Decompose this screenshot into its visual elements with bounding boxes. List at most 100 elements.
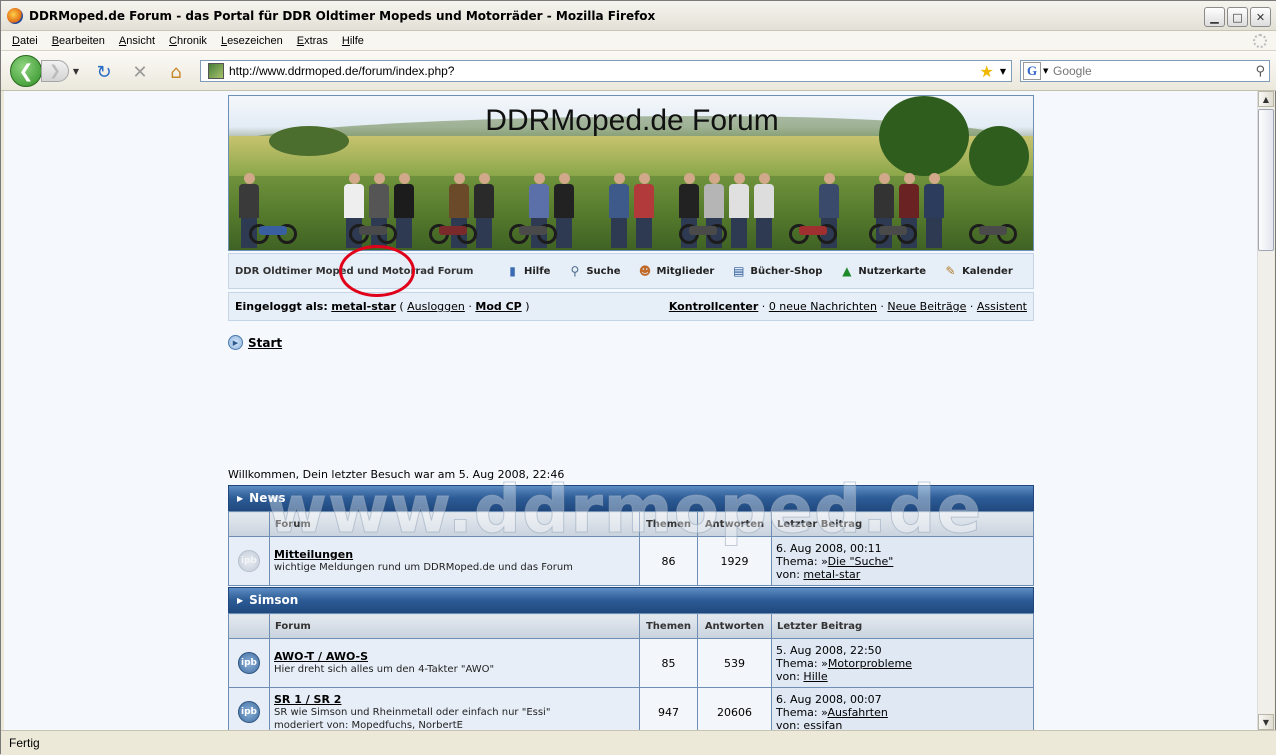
forum-banner[interactable]: DDRMoped.de Forum [228,95,1034,251]
forum-description: wichtige Meldungen rund um DDRMoped.de u… [274,562,573,573]
search-icon[interactable]: ⚲ [1255,64,1265,79]
forum-table: Forum Themen Antworten Letzter Beitrag i… [228,613,1034,730]
menu-datei[interactable]: Datei [5,35,45,47]
scroll-up-button[interactable]: ▲ [1258,91,1274,107]
navigation-toolbar: ❮ ❯ ▼ ↻ ✕ ⌂ http://www.ddrmoped.de/forum… [1,51,1276,91]
menu-chronik[interactable]: Chronik [162,35,214,47]
banner-people [239,148,944,248]
menu-accesskey: D [12,34,20,47]
close-button[interactable]: ✕ [1250,7,1271,27]
nav-link-nutzerkarte[interactable]: ▲ Nutzerkarte [839,264,926,278]
menu-lesezeichen[interactable]: Lesezeichen [214,35,290,47]
user-bar: Eingeloggt als: metal-star ( Ausloggen ·… [228,292,1034,321]
collapse-arrow-icon: ▶ [237,595,244,605]
replies-count: 539 [697,638,772,688]
url-text[interactable]: http://www.ddrmoped.de/forum/index.php? [229,64,980,78]
forum-name-link[interactable]: SR 1 / SR 2 [274,693,635,706]
calendar-icon: ✎ [945,264,956,278]
messages-link[interactable]: 0 neue Nachrichten [769,300,877,313]
stop-button[interactable]: ✕ [129,61,151,83]
thema-label: Thema: » [776,656,828,670]
last-post-author-link[interactable]: Hille [803,670,827,683]
forum-info-cell: AWO-T / AWO-S Hier dreht sich alles um d… [269,638,640,688]
menu-extras[interactable]: Extras [290,35,335,47]
nav-link-suche[interactable]: ⚲ Suche [567,264,620,278]
forum-moderators[interactable]: moderiert von: Mopedfuchs, NorbertE [274,719,635,731]
search-input[interactable] [1053,64,1256,78]
last-post-author-link[interactable]: metal-star [803,568,860,581]
banner-person [924,173,944,248]
last-post-date: 5. Aug 2008, 22:50 [776,643,882,657]
url-dropdown-icon[interactable]: ▼ [1000,67,1006,76]
topics-count: 947 [639,687,698,730]
home-icon: ⌂ [170,61,182,83]
throbber-icon [1253,34,1267,48]
menu-bar: Datei Bearbeiten Ansicht Chronik Lesezei… [1,31,1276,51]
breadcrumb-start-link[interactable]: Start [248,336,282,350]
scroll-thumb[interactable] [1258,109,1274,251]
username-link[interactable]: metal-star [331,300,396,313]
menu-ansicht[interactable]: Ansicht [112,35,162,47]
scroll-down-button[interactable]: ▼ [1258,714,1274,730]
menu-label: xtras [304,34,328,47]
ipb-read-icon: ipb [238,550,260,572]
google-engine-icon[interactable]: G [1023,62,1041,80]
last-post-cell: 6. Aug 2008, 00:07 Thema: »Ausfahrten vo… [771,687,1034,731]
firefox-logo-icon [7,7,23,24]
forward-button[interactable]: ❯ [41,60,69,82]
forum-name-link[interactable]: Mitteilungen [274,548,635,561]
menu-label: earbeiten [59,34,105,47]
nav-link-buecher-shop[interactable]: ▤ Bücher-Shop [731,264,822,278]
header-forum: Forum [269,511,640,537]
last-post-author-link[interactable]: essifan [803,719,842,731]
control-center-link[interactable]: Kontrollcenter [669,300,758,313]
nav-link-hilfe[interactable]: ▮ Hilfe [505,264,550,278]
title-bar: DDRMoped.de Forum - das Portal für DDR O… [1,1,1276,31]
nav-link-kalender[interactable]: ✎ Kalender [943,264,1013,278]
history-dropdown-button[interactable]: ▼ [70,60,82,82]
magnifier-icon: ⚲ [570,264,580,278]
modcp-link[interactable]: Mod CP [475,300,521,313]
engine-dropdown-icon[interactable]: ▼ [1043,67,1053,75]
header-icon-cell [228,613,270,639]
stop-icon: ✕ [132,61,148,83]
table-row: ipb AWO-T / AWO-S Hier dreht sich alles … [228,638,1034,688]
nav-link-label: Mitglieder [656,265,715,277]
new-posts-link[interactable]: Neue Beiträge [887,300,966,313]
menu-hilfe[interactable]: Hilfe [335,35,371,47]
header-replies: Antworten [697,613,772,639]
home-button[interactable]: ⌂ [165,61,187,83]
vertical-scrollbar[interactable]: ▲ ▼ [1257,91,1274,730]
nav-link-label: Bücher-Shop [750,265,823,277]
category-header[interactable]: ▶ News [228,485,1034,511]
last-post-topic-link[interactable]: Die "Suche" [828,555,894,568]
forum-name-link[interactable]: AWO-T / AWO-S [274,650,635,663]
bookmark-star-icon[interactable]: ★ [980,62,994,81]
url-bar[interactable]: http://www.ddrmoped.de/forum/index.php? … [200,60,1012,82]
minimize-button[interactable]: ▁ [1204,7,1225,27]
last-post-topic-link[interactable]: Ausfahrten [827,706,887,719]
logout-link[interactable]: Ausloggen [407,300,465,313]
von-label: von: [776,669,804,683]
table-row: ipb Mitteilungen wichtige Meldungen rund… [228,536,1034,586]
last-post-cell: 5. Aug 2008, 22:50 Thema: »Motorprobleme… [771,638,1034,688]
nav-link-mitglieder[interactable]: ☻ Mitglieder [638,264,715,278]
book-icon: ▤ [733,264,745,278]
banner-moped [789,222,837,244]
menu-label: atei [19,34,38,47]
menu-accesskey: C [169,34,177,47]
assistant-link[interactable]: Assistent [977,300,1027,313]
last-post-topic-link[interactable]: Motorprobleme [828,657,912,670]
maximize-button[interactable]: □ [1227,7,1248,27]
menu-accesskey: E [296,34,305,47]
forum-status-cell: ipb [228,536,270,586]
back-button[interactable]: ❮ [10,55,42,87]
banner-title: DDRMoped.de Forum [485,104,779,137]
menu-bearbeiten[interactable]: Bearbeiten [45,35,112,47]
forum-description: SR wie Simson und Rheinmetall oder einfa… [274,706,551,718]
banner-moped [349,222,397,244]
category-header[interactable]: ▶ Simson [228,587,1034,613]
reload-button[interactable]: ↻ [93,61,115,83]
header-topics: Themen [639,511,698,537]
search-box[interactable]: G ▼ ⚲ [1020,60,1270,82]
